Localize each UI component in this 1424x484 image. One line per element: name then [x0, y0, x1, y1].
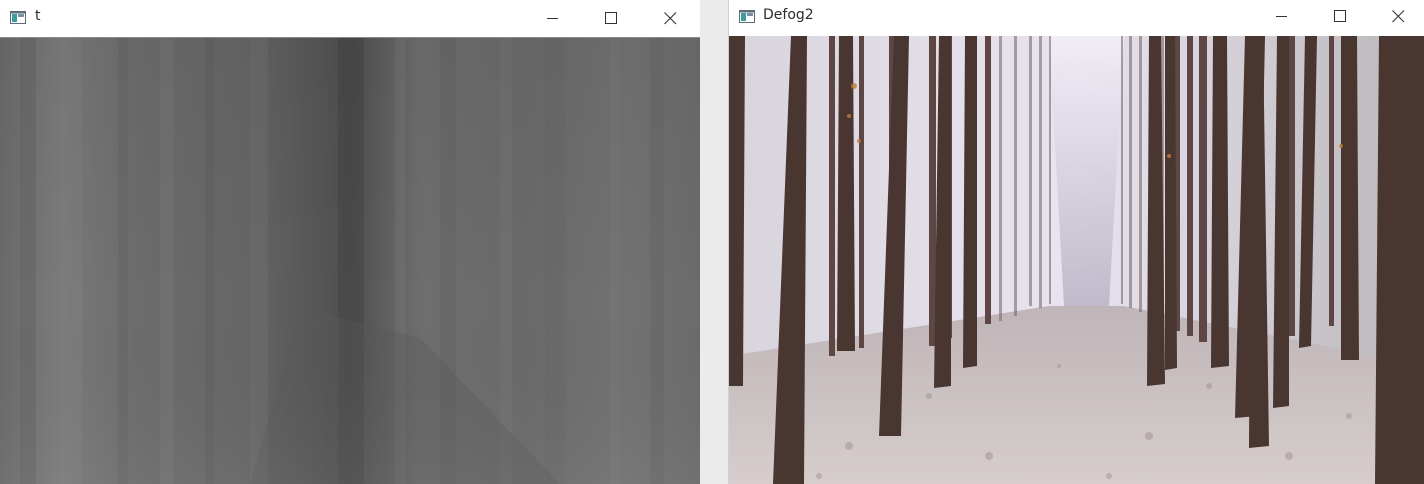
title-bar[interactable]: Defog2 [729, 0, 1424, 35]
close-icon [664, 12, 677, 25]
close-button[interactable] [647, 3, 693, 33]
minimize-button[interactable] [530, 3, 576, 33]
maximize-button[interactable] [588, 3, 634, 33]
title-bar[interactable]: t [0, 0, 700, 38]
maximize-icon [605, 12, 617, 24]
minimize-button[interactable] [1259, 1, 1305, 31]
opencv-window-icon [739, 8, 755, 23]
maximize-button[interactable] [1317, 1, 1363, 31]
maximize-icon [1334, 10, 1346, 22]
window-t: t [0, 0, 700, 484]
minimize-icon [547, 18, 558, 19]
close-button[interactable] [1375, 1, 1421, 31]
window-title: Defog2 [763, 7, 814, 23]
window-defog2: Defog2 [728, 0, 1424, 484]
transmission-map-image [0, 38, 700, 484]
dehazed-forest-image [729, 36, 1424, 484]
minimize-icon [1276, 16, 1287, 17]
close-icon [1392, 10, 1405, 23]
window-title: t [35, 8, 41, 24]
opencv-window-icon [10, 9, 26, 24]
